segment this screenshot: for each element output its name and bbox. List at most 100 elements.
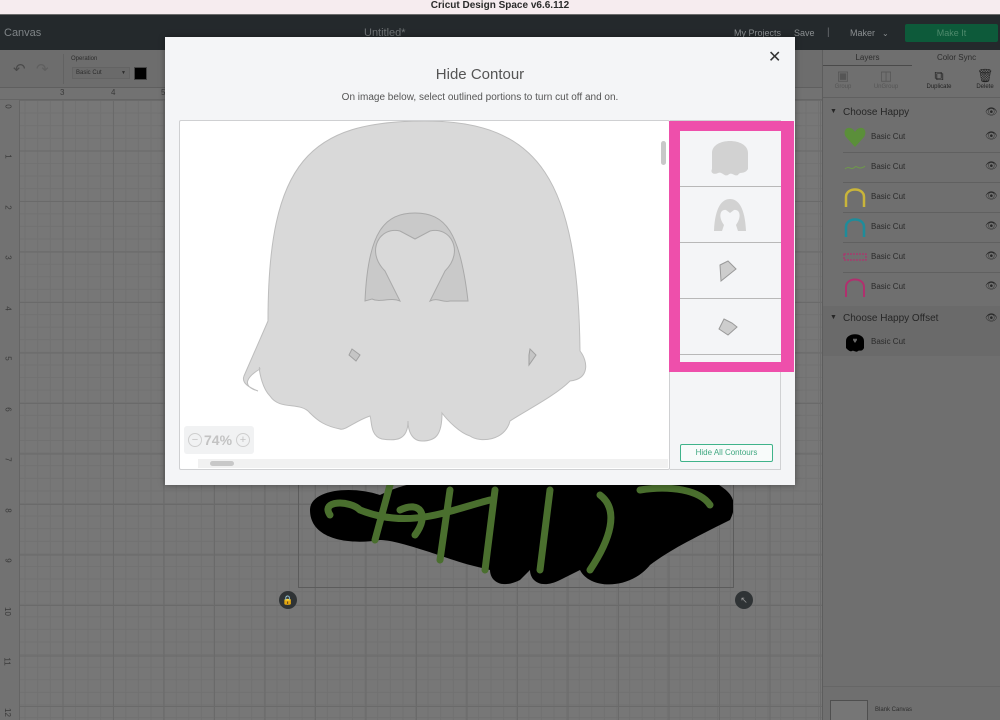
ruler-label: 8: [3, 508, 13, 513]
eye-icon[interactable]: 👁: [985, 251, 998, 262]
contour-item-diamond[interactable]: [680, 299, 781, 355]
delete-label: Delete: [976, 84, 994, 90]
dropdown-arrow-icon: ▼: [121, 70, 126, 76]
ruler-label: 1: [3, 154, 13, 159]
ruler-label: 2: [3, 205, 13, 210]
ungroup-button[interactable]: ◫ UnGroup: [866, 68, 906, 90]
ruler-label: 3: [60, 88, 65, 97]
delete-button[interactable]: 🗑 Delete: [965, 68, 1000, 90]
blank-canvas-row[interactable]: Blank Canvas: [823, 686, 1000, 720]
tab-color-sync[interactable]: Color Sync: [912, 53, 1000, 62]
redo-icon[interactable]: ↷: [36, 60, 49, 78]
layer-group-offset[interactable]: ▼ Choose Happy Offset 👁 Basic Cut: [823, 306, 1000, 356]
eye-icon[interactable]: 👁: [985, 191, 998, 202]
group-header[interactable]: ▼ Choose Happy Offset 👁: [823, 308, 1000, 330]
ungroup-label: UnGroup: [873, 84, 899, 90]
horizontal-scrollbar[interactable]: [210, 461, 234, 466]
eye-icon[interactable]: 👁: [985, 313, 998, 324]
selection-bounding-box: [298, 480, 734, 588]
layer-name: Basic Cut: [871, 222, 906, 231]
contour-item-arch[interactable]: [680, 187, 781, 243]
ruler-label: 7: [3, 457, 13, 462]
contour-item-tab[interactable]: [680, 243, 781, 299]
preview-shape: [242, 121, 587, 442]
ruler-label: 6: [3, 407, 13, 412]
layer-name: Basic Cut: [871, 252, 906, 261]
outer-contour-thumbnail: [711, 141, 748, 176]
operation-label: Operation: [71, 56, 98, 62]
ruler-label: 5: [3, 356, 13, 361]
layer-name: Basic Cut: [871, 192, 906, 201]
panel-tabs: Layers Color Sync: [823, 50, 1000, 66]
layer-item[interactable]: Basic Cut 👁: [843, 243, 1000, 273]
layer-item[interactable]: Basic Cut 👁: [843, 183, 1000, 213]
group-icon: ▣: [836, 68, 850, 83]
layer-name: Basic Cut: [871, 162, 906, 171]
heart-thumbnail: [844, 127, 866, 147]
expand-triangle-icon[interactable]: ▼: [830, 108, 837, 115]
section-label: Canvas: [4, 27, 42, 39]
save-button[interactable]: Save: [794, 28, 815, 38]
tab-contour-thumbnail: [719, 260, 737, 282]
color-swatch[interactable]: [134, 67, 147, 80]
diamond-contour-thumbnail: [718, 318, 738, 336]
header-divider: |: [827, 27, 830, 38]
eye-icon[interactable]: 👁: [985, 161, 998, 172]
operation-select[interactable]: Basic Cut ▼: [72, 67, 130, 79]
outer-contour: [242, 121, 587, 442]
contour-item-outer[interactable]: [680, 131, 781, 187]
zoom-out-button[interactable]: −: [188, 433, 202, 447]
tab-layers[interactable]: Layers: [823, 53, 912, 66]
layer-actions: ▣ Group ◫ UnGroup ⧉ Duplicate 🗑 Delete: [823, 66, 1000, 98]
ruler-label: 0: [3, 104, 13, 109]
layer-item[interactable]: Basic Cut 👁: [843, 123, 1000, 153]
contour-preview[interactable]: − 74% +: [179, 120, 670, 470]
hide-all-contours-button[interactable]: Hide All Contours: [680, 444, 773, 462]
eye-icon[interactable]: 👁: [985, 107, 998, 118]
eye-icon[interactable]: 👁: [985, 281, 998, 292]
ruler-label: 3: [3, 255, 13, 260]
layer-item[interactable]: Basic Cut 👁: [843, 153, 1000, 183]
ruler-label: 12: [2, 708, 12, 717]
machine-select[interactable]: Maker ⌄: [850, 28, 889, 38]
canvas-swatch[interactable]: [830, 700, 868, 720]
ruler-label: 9: [3, 558, 13, 563]
eye-icon[interactable]: 👁: [985, 221, 998, 232]
layer-name: Basic Cut: [871, 282, 906, 291]
dialog-subtitle: On image below, select outlined portions…: [341, 92, 619, 103]
layer-item[interactable]: Basic Cut 👁: [843, 273, 1000, 303]
layer-item[interactable]: Basic Cut: [843, 328, 1000, 358]
machine-label: Maker: [850, 28, 876, 38]
group-button[interactable]: ▣ Group: [823, 68, 863, 90]
zoom-level: 74%: [204, 432, 233, 448]
contour-list[interactable]: [680, 131, 781, 362]
eye-icon[interactable]: 👁: [985, 131, 998, 142]
undo-icon[interactable]: ↶: [13, 60, 26, 78]
layer-name: Basic Cut: [871, 132, 906, 141]
horizontal-scroll-track: [198, 459, 668, 468]
choose-text-thumbnail: [843, 253, 867, 261]
duplicate-icon: ⧉: [934, 68, 944, 83]
layer-name: Basic Cut: [871, 337, 906, 346]
ruler-label: 11: [2, 657, 12, 666]
group-name: Choose Happy: [843, 107, 910, 118]
vertical-scrollbar[interactable]: [661, 141, 666, 165]
zoom-in-button[interactable]: +: [236, 433, 250, 447]
arch-contour-thumbnail: [714, 199, 746, 231]
layer-item[interactable]: Basic Cut 👁: [843, 213, 1000, 243]
app-window: Cricut Design Space v6.6.112 Canvas Unti…: [0, 0, 1000, 720]
close-icon[interactable]: ✕: [768, 50, 781, 66]
layer-group-choose-happy[interactable]: ▼ Choose Happy 👁: [823, 102, 1000, 124]
expand-triangle-icon[interactable]: ▼: [830, 314, 837, 321]
make-it-button[interactable]: Make It: [905, 24, 998, 42]
resize-icon[interactable]: ↖: [735, 591, 753, 609]
toolbar-divider: [63, 54, 64, 84]
dialog-title: Hide Contour: [435, 66, 525, 83]
ruler-label: 10: [2, 607, 12, 616]
happy-text-thumbnail: [844, 165, 866, 170]
blank-canvas-label: Blank Canvas: [875, 707, 913, 713]
zoom-control: − 74% +: [184, 426, 254, 454]
lock-icon[interactable]: 🔒: [279, 591, 297, 609]
arch-thumbnail: [844, 218, 866, 237]
duplicate-button[interactable]: ⧉ Duplicate: [919, 68, 959, 90]
